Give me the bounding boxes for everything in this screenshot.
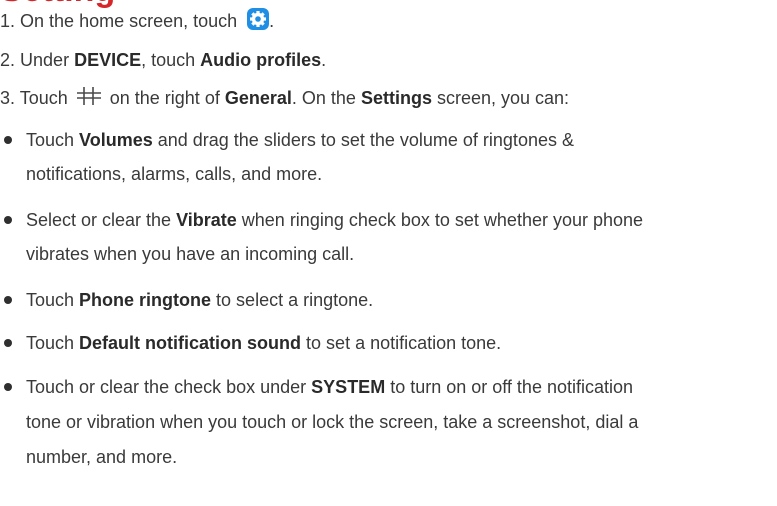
bold-term: General — [224, 88, 292, 108]
bullet-dot — [4, 383, 12, 391]
bullet-2-line-2: vibrates when you have an incoming call. — [26, 242, 354, 266]
step-text-end: . — [269, 11, 275, 31]
bullet-text: Touch or clear the check box under — [26, 377, 312, 397]
step-text: on the right of — [109, 88, 220, 108]
bold-term: Volumes — [79, 130, 153, 150]
bullet-text: tone or vibration when you touch or lock… — [26, 412, 639, 432]
bullet-text: Touch — [26, 290, 80, 310]
bullet-text: and drag the sliders to set the volume o… — [152, 130, 574, 150]
bullet-dot — [4, 216, 12, 224]
bold-term: SYSTEM — [311, 377, 386, 397]
bold-term: Audio profiles — [200, 50, 322, 70]
step-number: 3. — [0, 88, 16, 108]
step-3: 3. Touch on the right of General. On the… — [0, 86, 569, 110]
bullet-dot — [4, 296, 12, 304]
bold-term: Phone ringtone — [79, 290, 212, 310]
step-1: 1. On the home screen, touch . — [0, 8, 274, 33]
step-text: Touch — [19, 88, 68, 108]
bullet-text: Touch — [26, 333, 80, 353]
step-text: , touch — [141, 50, 196, 70]
bullet-3-line-1: Touch Phone ringtone to select a rington… — [26, 288, 373, 312]
step-number: 2. — [0, 50, 16, 70]
step-text-end: . — [321, 50, 327, 70]
bold-term: Vibrate — [176, 210, 237, 230]
bold-term: DEVICE — [74, 50, 142, 70]
step-text: . On the — [291, 88, 356, 108]
step-text-end: screen, you can: — [436, 88, 570, 108]
step-number: 1. — [0, 11, 16, 31]
bullet-5-line-3: number, and more. — [26, 445, 177, 469]
bullet-text: vibrates when you have an incoming call. — [26, 244, 355, 264]
bullet-dot — [4, 136, 12, 144]
equalizer-sliders-icon — [76, 86, 102, 106]
bullet-text: Select or clear the — [26, 210, 177, 230]
bold-term: Default notification sound — [79, 333, 302, 353]
bullet-4-line-1: Touch Default notification sound to set … — [26, 331, 501, 355]
bullet-text: to turn on or off the notification — [385, 377, 634, 397]
bullet-5-line-2: tone or vibration when you touch or lock… — [26, 410, 638, 434]
step-text: Under — [20, 50, 70, 70]
settings-gear-icon — [247, 8, 270, 30]
bullet-5-line-1: Touch or clear the check box under SYSTE… — [26, 375, 633, 399]
bullet-text: Touch — [26, 130, 80, 150]
bullet-text: to set a notification tone. — [301, 333, 502, 353]
step-text: On the home screen, touch — [20, 11, 238, 31]
document-page: Setting 1. On the home screen, touch . — [0, 0, 777, 506]
bullet-1-line-2: notifications, alarms, calls, and more. — [26, 162, 322, 186]
step-2: 2. Under DEVICE, touch Audio profiles. — [0, 48, 326, 72]
bullet-text: when ringing check box to set whether yo… — [236, 210, 644, 230]
bullet-text: number, and more. — [26, 447, 178, 467]
bullet-1-line-1: Touch Volumes and drag the sliders to se… — [26, 128, 574, 152]
bullet-text: to select a ringtone. — [211, 290, 374, 310]
bullet-2-line-1: Select or clear the Vibrate when ringing… — [26, 208, 643, 232]
bold-term: Settings — [360, 88, 432, 108]
bullet-dot — [4, 339, 12, 347]
bullet-text: notifications, alarms, calls, and more. — [26, 164, 323, 184]
